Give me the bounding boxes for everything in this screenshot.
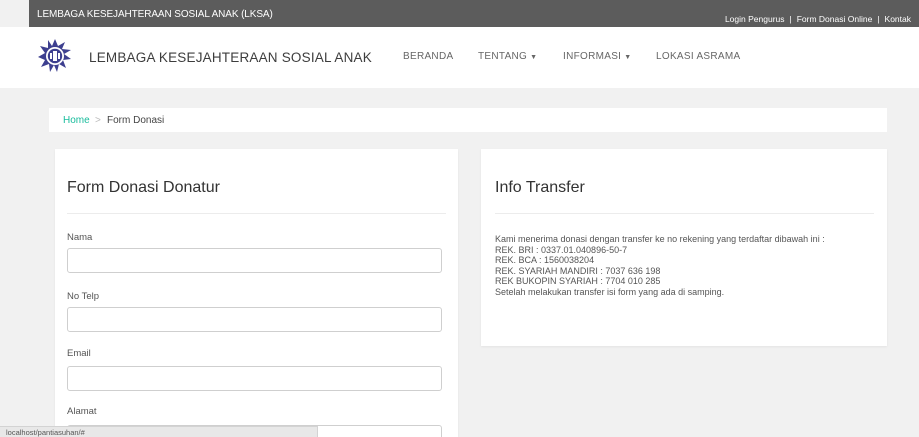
nav-item-lokasi-asrama[interactable]: LOKASI ASRAMA bbox=[656, 51, 741, 62]
donation-form-card: Form Donasi Donatur Nama No Telp Email A… bbox=[55, 149, 458, 437]
form-donasi-online-link[interactable]: Form Donasi Online bbox=[797, 14, 873, 24]
nama-label: Nama bbox=[67, 232, 93, 243]
login-pengurus-link[interactable]: Login Pengurus bbox=[725, 14, 785, 24]
top-bar-links: Login Pengurus | Form Donasi Online | Kontak bbox=[725, 14, 911, 24]
top-bar-brand: LEMBAGA KESEJAHTERAAN SOSIAL ANAK (LKSA) bbox=[37, 9, 273, 20]
browser-status-bar: localhost/pantiasuhan/# bbox=[0, 426, 318, 437]
nav-item-informasi[interactable]: INFORMASI ▼ bbox=[563, 51, 632, 62]
top-bar: LEMBAGA KESEJAHTERAAN SOSIAL ANAK (LKSA)… bbox=[29, 0, 919, 27]
breadcrumb: Home > Form Donasi bbox=[49, 108, 887, 132]
nav-item-tentang[interactable]: TENTANG ▼ bbox=[478, 51, 537, 62]
breadcrumb-home-link[interactable]: Home bbox=[63, 115, 90, 126]
main-navbar: LEMBAGA KESEJAHTERAAN SOSIAL ANAK BERAND… bbox=[0, 27, 919, 88]
transfer-info-card: Info Transfer Kami menerima donasi denga… bbox=[481, 149, 887, 346]
info-note: Setelah melakukan transfer isi form yang… bbox=[495, 286, 725, 297]
divider bbox=[495, 213, 874, 214]
divider bbox=[67, 213, 446, 214]
kontak-link[interactable]: Kontak bbox=[885, 14, 911, 24]
account-bca: REK. BCA : 1560038204 bbox=[495, 255, 595, 266]
info-intro: Kami menerima donasi dengan transfer ke … bbox=[495, 234, 825, 244]
email-input[interactable] bbox=[67, 366, 442, 391]
transfer-info-text: Kami menerima donasi dengan transfer ke … bbox=[495, 234, 880, 298]
nav-item-label: TENTANG bbox=[478, 51, 528, 62]
email-label: Email bbox=[67, 348, 91, 359]
account-syariah-mandiri: REK. SYARIAH MANDIRI : 7037 636 198 bbox=[495, 265, 661, 276]
form-title: Form Donasi Donatur bbox=[67, 179, 220, 196]
account-bukopin-syariah: REK BUKOPIN SYARIAH : 7704 010 285 bbox=[495, 276, 661, 287]
link-separator: | bbox=[789, 14, 792, 24]
alamat-label: Alamat bbox=[67, 406, 97, 417]
account-bri: REK. BRI : 0337.01.040896-50-7 bbox=[495, 244, 628, 255]
breadcrumb-separator: > bbox=[95, 115, 101, 126]
status-url: localhost/pantiasuhan/# bbox=[6, 428, 85, 437]
no-telp-input[interactable] bbox=[67, 307, 442, 332]
no-telp-label: No Telp bbox=[67, 291, 100, 302]
nav-item-label: INFORMASI bbox=[563, 51, 622, 62]
nav-item-beranda[interactable]: BERANDA bbox=[403, 51, 453, 62]
caret-down-icon: ▼ bbox=[624, 54, 632, 61]
site-title[interactable]: LEMBAGA KESEJAHTERAAN SOSIAL ANAK bbox=[89, 50, 372, 65]
caret-down-icon: ▼ bbox=[530, 54, 538, 61]
link-separator: | bbox=[877, 14, 880, 24]
nav-item-label: LOKASI ASRAMA bbox=[656, 51, 741, 62]
info-title: Info Transfer bbox=[495, 179, 585, 196]
nama-input[interactable] bbox=[67, 248, 442, 273]
breadcrumb-current: Form Donasi bbox=[107, 115, 165, 126]
organization-logo-icon[interactable] bbox=[38, 39, 72, 73]
nav-item-label: BERANDA bbox=[403, 51, 454, 62]
